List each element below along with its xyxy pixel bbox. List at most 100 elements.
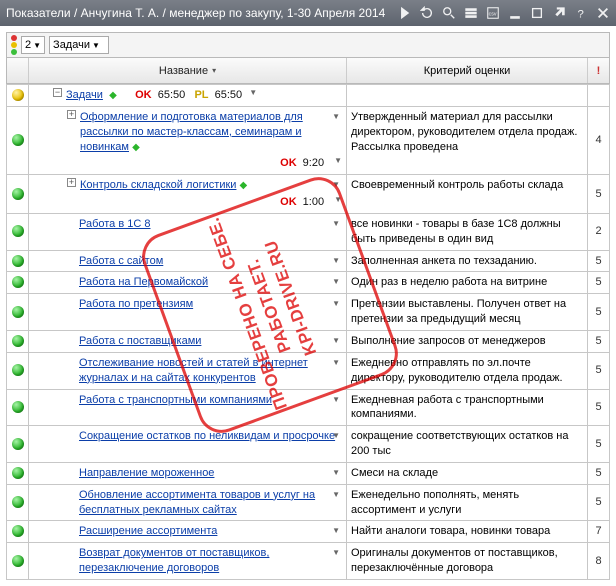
task-link[interactable]: Работа на Первомайской <box>79 276 208 288</box>
status-dot-icon <box>12 89 24 101</box>
table-row[interactable]: ▼ Сокращение остатков по неликвидам и пр… <box>7 426 610 463</box>
task-link[interactable]: Сокращение остатков по неликвидам и прос… <box>79 430 335 442</box>
table-row[interactable]: ▼ Работа по претензиям Претензии выставл… <box>7 294 610 331</box>
table-row[interactable]: ▼ Обновление ассортимента товаров и услу… <box>7 484 610 521</box>
points-cell: 4 <box>588 106 610 174</box>
table-row[interactable]: ▼ + Оформление и подготовка материалов д… <box>7 106 610 174</box>
chevron-down-icon[interactable]: ▼ <box>332 256 340 267</box>
chevron-down-icon[interactable]: ▼ <box>332 468 340 479</box>
task-link[interactable]: Работа по претензиям <box>79 298 193 310</box>
maximize-icon[interactable] <box>530 6 544 20</box>
criteria-cell: Один раз в неделю работа на витрине <box>347 272 588 294</box>
popout-icon[interactable] <box>552 6 566 20</box>
criteria-cell: Претензии выставлены. Получен ответ на п… <box>347 294 588 331</box>
bullet-icon: ◆ <box>240 180 248 191</box>
chevron-down-icon[interactable]: ▼ <box>332 395 340 406</box>
status-dot-icon <box>12 467 24 479</box>
status-dot-icon <box>12 496 24 508</box>
list-icon[interactable] <box>464 6 478 20</box>
close-icon[interactable] <box>596 6 610 20</box>
chevron-down-icon[interactable]: ▼ <box>332 548 340 559</box>
task-link[interactable]: Работа в 1С 8 <box>79 218 151 230</box>
criteria-cell: Заполненная анкета по техзаданию. <box>347 250 588 272</box>
task-link[interactable]: Оформление и подготовка материалов для р… <box>80 111 303 153</box>
export-csv-icon[interactable]: csv <box>486 6 500 20</box>
type-dropdown[interactable]: Задачи ▼ <box>49 36 109 54</box>
task-link[interactable]: Направление мороженное <box>79 467 214 479</box>
task-link[interactable]: Контроль складской логистики <box>80 179 236 191</box>
bullet-icon: ◆ <box>109 90 117 101</box>
criteria-cell: Выполнение запросов от менеджеров <box>347 330 588 352</box>
points-cell: 5 <box>588 272 610 294</box>
task-link[interactable]: Обновление ассортимента товаров и услуг … <box>79 489 315 516</box>
help-icon[interactable]: ? <box>574 6 588 20</box>
table-row[interactable]: ▼ Направление мороженное Смеси на складе… <box>7 462 610 484</box>
table-row[interactable]: ▼ + Контроль складской логистики ◆ OK1:0… <box>7 175 610 214</box>
chevron-down-icon[interactable]: ▼ <box>332 277 340 288</box>
criteria-cell: Ежедневно отправлять по эл.почте директо… <box>347 352 588 389</box>
summary-row[interactable]: − Задачи ◆ OK 65:50 PL 65:50 ▼ <box>7 85 610 107</box>
criteria-cell: все новинки - товары в базе 1С8 должны б… <box>347 213 588 250</box>
points-cell: 5 <box>588 250 610 272</box>
table-row[interactable]: ▼ Возврат документов от поставщиков, пер… <box>7 543 610 580</box>
table-row[interactable]: ▼ Расширение ассортимента Найти аналоги … <box>7 521 610 543</box>
status-dot-icon <box>12 276 24 288</box>
filter-toolbar: 2 ▼ Задачи ▼ <box>6 32 610 58</box>
type-value: Задачи <box>53 39 90 51</box>
criteria-cell: Найти аналоги товара, новинки товара <box>347 521 588 543</box>
chevron-down-icon[interactable]: ▼ <box>332 180 340 191</box>
chevron-down-icon[interactable]: ▼ <box>332 526 340 537</box>
chevron-down-icon[interactable]: ▼ <box>332 219 340 230</box>
refresh-icon[interactable] <box>420 6 434 20</box>
points-cell: 5 <box>588 484 610 521</box>
task-link[interactable]: Отслеживание новостей и статей в интерне… <box>79 357 308 384</box>
criteria-cell: сокращение соответствующих остатков на 2… <box>347 426 588 463</box>
chevron-down-icon[interactable]: ▼ <box>332 490 340 501</box>
col-criteria-header[interactable]: Критерий оценки <box>347 58 587 83</box>
task-link[interactable]: Расширение ассортимента <box>79 525 217 537</box>
traffic-light-icon[interactable] <box>11 35 17 55</box>
chevron-down-icon[interactable]: ▼ <box>332 336 340 347</box>
chevron-down-icon[interactable]: ▼ <box>332 299 340 310</box>
table-row[interactable]: ▼ Работа с сайтом Заполненная анкета по … <box>7 250 610 272</box>
points-cell: 5 <box>588 294 610 331</box>
pl-total: 65:50 <box>215 89 243 101</box>
status-dot-icon <box>12 438 24 450</box>
table-row[interactable]: ▼ Отслеживание новостей и статей в интер… <box>7 352 610 389</box>
status-dot-icon <box>12 364 24 376</box>
col-priority-header[interactable]: ! <box>587 58 609 83</box>
points-cell: 2 <box>588 213 610 250</box>
chevron-down-icon[interactable]: ▼ <box>332 358 340 369</box>
task-link[interactable]: Работа с сайтом <box>79 255 163 267</box>
table-header: Название ▾ Критерий оценки ! <box>6 58 610 84</box>
svg-text:csv: csv <box>489 12 497 18</box>
criteria-cell: Своевременный контроль работы склада <box>347 175 588 214</box>
expand-icon[interactable]: + <box>67 178 76 187</box>
table-row[interactable]: ▼ Работа с транспортными компаниями Ежед… <box>7 389 610 426</box>
chevron-down-icon[interactable]: ▼ <box>245 88 257 97</box>
table-row[interactable]: ▼ Работа в 1С 8 все новинки - товары в б… <box>7 213 610 250</box>
criteria-cell: Смеси на складе <box>347 462 588 484</box>
nav-next-icon[interactable] <box>398 6 412 20</box>
status-dot-icon <box>12 134 24 146</box>
criteria-cell: Еженедельно пополнять, менять ассортимен… <box>347 484 588 521</box>
points-cell: 5 <box>588 352 610 389</box>
task-link[interactable]: Работа с поставщиками <box>79 335 201 347</box>
col-name-header[interactable]: Название ▾ <box>29 58 347 83</box>
chevron-down-icon[interactable]: ▼ <box>332 431 340 442</box>
table-row[interactable]: ▼ Работа с поставщиками Выполнение запро… <box>7 330 610 352</box>
summary-link[interactable]: Задачи <box>66 89 103 101</box>
chevron-down-icon[interactable]: ▼ <box>332 112 340 123</box>
points-cell: 5 <box>588 389 610 426</box>
points-cell: 5 <box>588 175 610 214</box>
table-row[interactable]: ▼ Работа на Первомайской Один раз в неде… <box>7 272 610 294</box>
level-dropdown[interactable]: 2 ▼ <box>21 36 45 54</box>
status-dot-icon <box>12 306 24 318</box>
expand-icon[interactable]: + <box>67 110 76 119</box>
minimize-icon[interactable] <box>508 6 522 20</box>
collapse-icon[interactable]: − <box>53 88 62 97</box>
task-link[interactable]: Возврат документов от поставщиков, перез… <box>79 547 269 574</box>
task-link[interactable]: Работа с транспортными компаниями <box>79 394 272 406</box>
tasks-table: − Задачи ◆ OK 65:50 PL 65:50 ▼ <box>6 84 610 580</box>
search-icon[interactable] <box>442 6 456 20</box>
